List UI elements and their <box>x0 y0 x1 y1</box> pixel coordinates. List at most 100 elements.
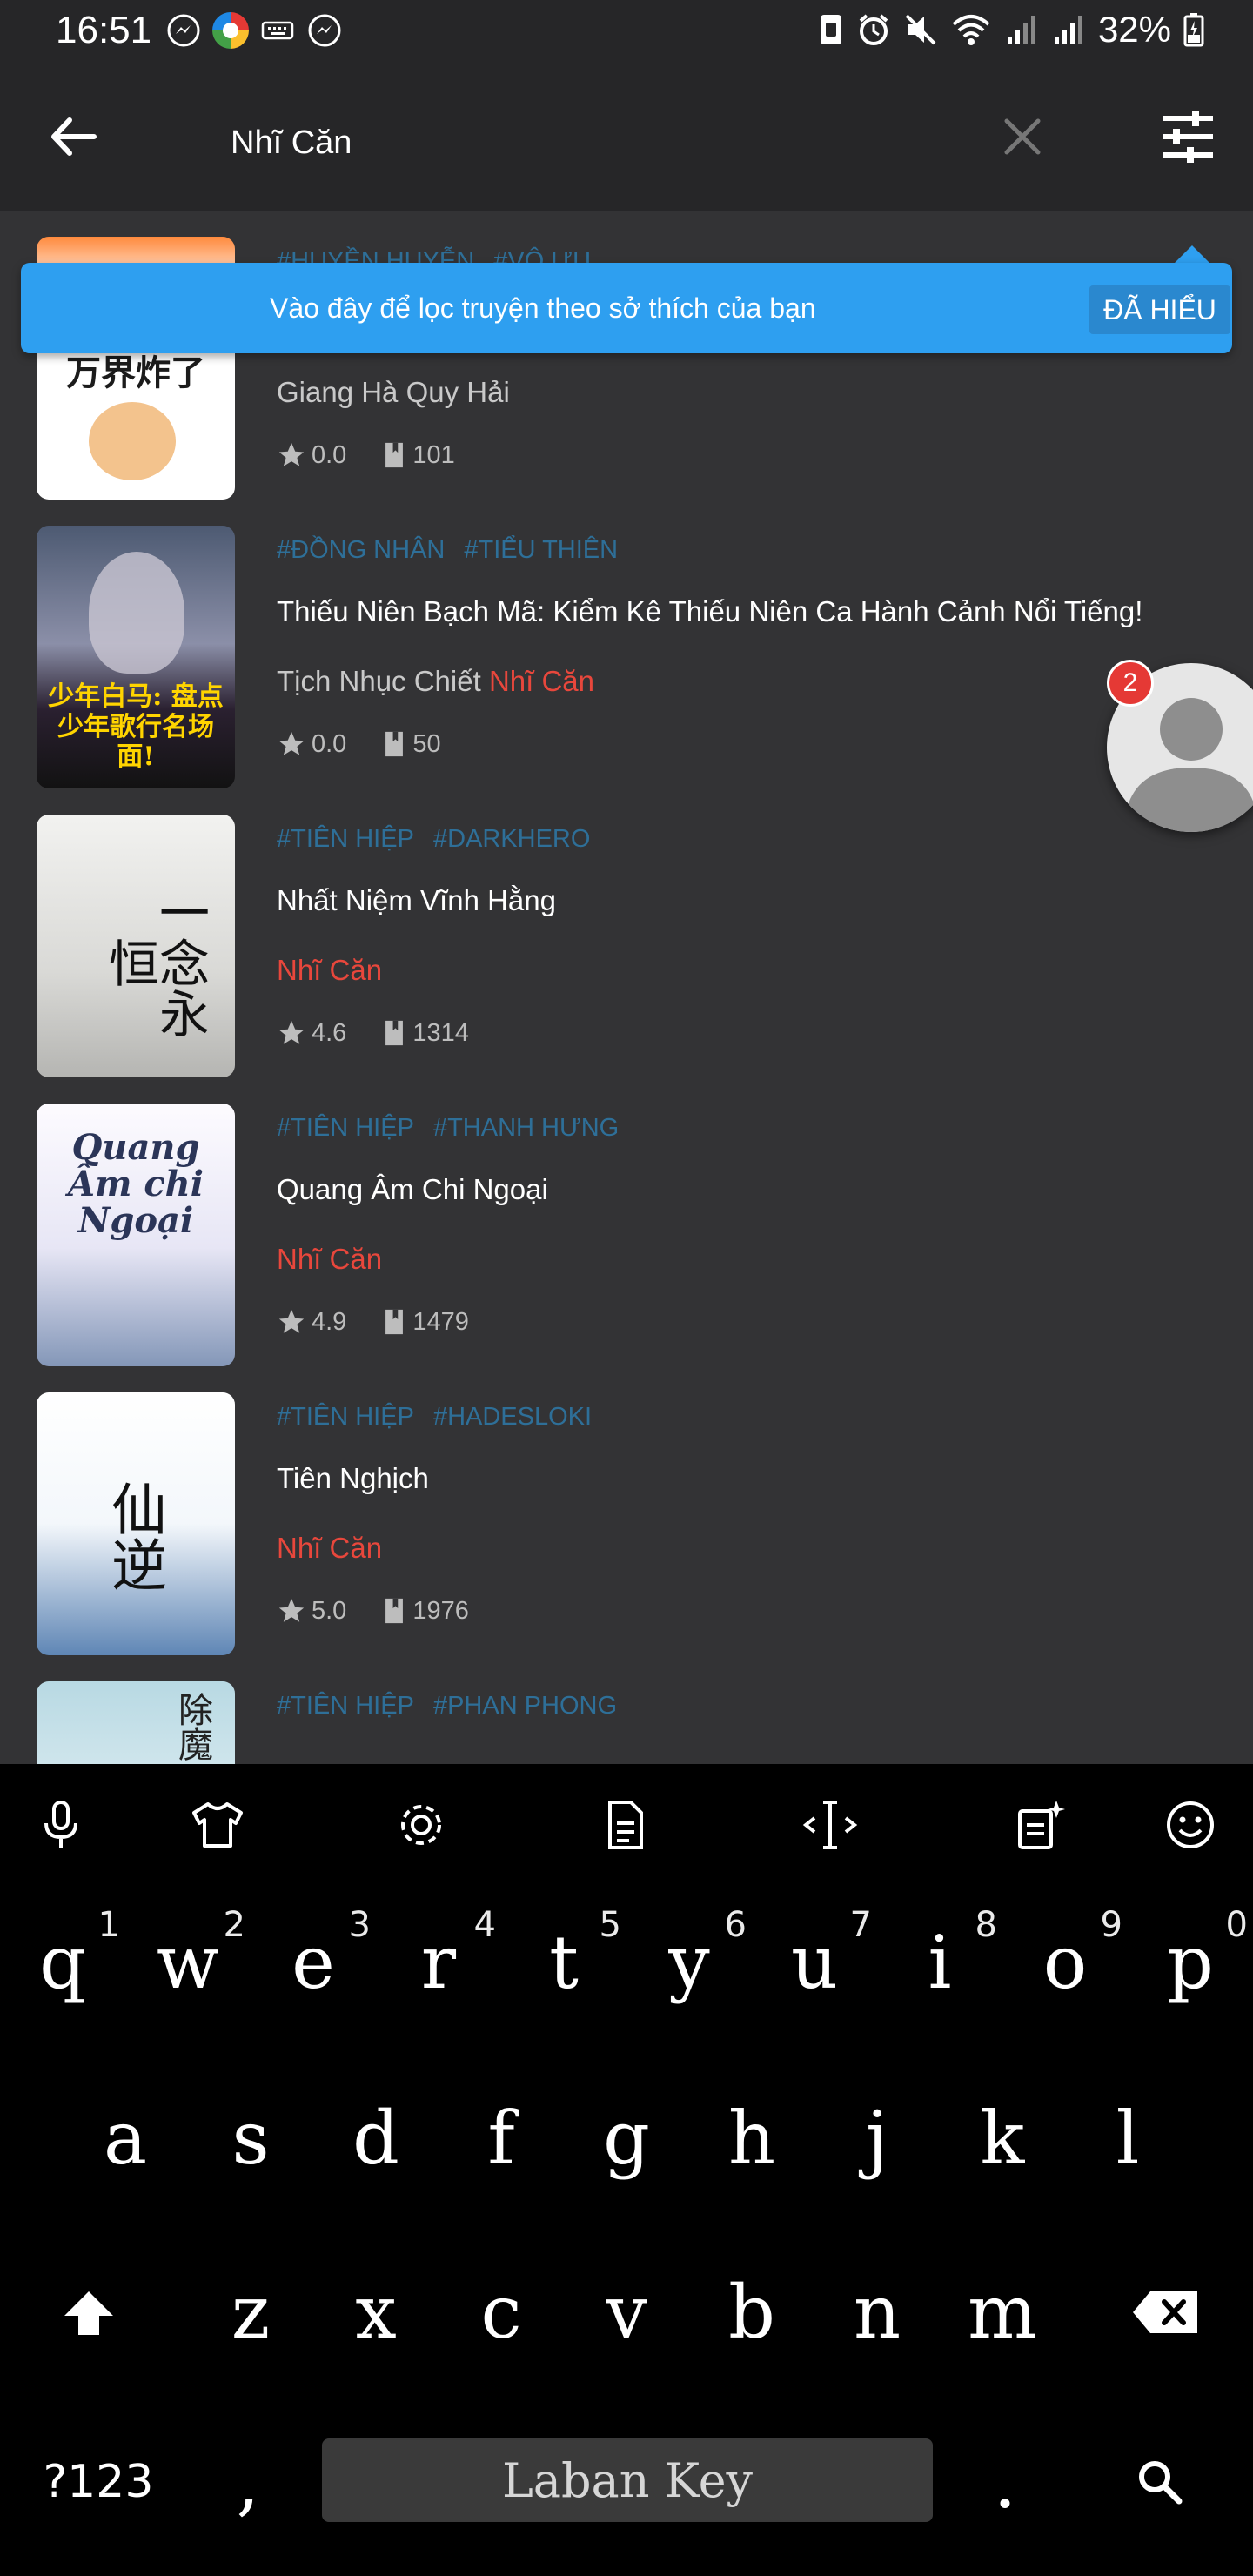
key-h[interactable]: h <box>689 2077 814 2199</box>
cover-title: 一念永恒 <box>100 887 210 1038</box>
key-l[interactable]: l <box>1065 2077 1190 2199</box>
star-icon <box>278 1309 305 1333</box>
key-z[interactable]: z <box>188 2251 313 2373</box>
key-c[interactable]: c <box>439 2251 564 2373</box>
chapter-count: 50 <box>412 729 441 758</box>
list-item[interactable]: Quang Âm chi Ngoại #TIÊN HIỆP #THANH HƯNG… <box>0 1077 1253 1366</box>
key-p[interactable]: p0 <box>1128 1902 1253 2023</box>
tag-link[interactable]: #TIỂU THIÊN <box>464 536 618 564</box>
backspace-key[interactable] <box>1103 2251 1229 2373</box>
key-d[interactable]: d <box>313 2077 439 2199</box>
backspace-icon <box>1133 2291 1197 2333</box>
key-j[interactable]: j <box>814 2077 940 2199</box>
book-title[interactable]: Thiếu Niên Bạch Mã: Kiểm Kê Thiếu Niên C… <box>277 595 1142 628</box>
key-f[interactable]: f <box>439 2077 564 2199</box>
genre-tags: #TIÊN HIỆP #DARKHERO <box>277 825 609 854</box>
mute-icon <box>905 14 936 45</box>
clear-search-button[interactable] <box>996 111 1049 163</box>
key-g[interactable]: g <box>564 2077 689 2199</box>
shift-key[interactable] <box>26 2251 151 2373</box>
search-results-list[interactable]: 万界炸了 #HUYỀN HUYỄN #VÔ ƯU Giang Hà Quy Hải… <box>0 211 1253 1764</box>
keyboard-toolbar <box>0 1764 1253 1882</box>
key-m[interactable]: m <box>940 2251 1065 2373</box>
book-cover: 除魔 <box>37 1681 235 1764</box>
filter-button[interactable] <box>1157 106 1218 167</box>
book-cover: 少年白马: 盘点少年歌行名场面! <box>37 526 235 788</box>
list-item[interactable]: 仙逆 #TIÊN HIỆP #HADESLOKI Tiên Nghịch Nhĩ … <box>0 1366 1253 1655</box>
key-s[interactable]: s <box>188 2077 313 2199</box>
emoji-button[interactable] <box>1163 1797 1218 1853</box>
rating: 0.0 <box>312 729 347 758</box>
book-author: Tịch Nhục Chiết Nhĩ Căn <box>277 665 594 697</box>
tag-link[interactable]: #THANH HƯNG <box>433 1114 619 1142</box>
book-stats: 4.9 1479 <box>277 1307 504 1337</box>
key-y[interactable]: y6 <box>626 1902 752 2023</box>
back-button[interactable] <box>44 106 104 167</box>
keyboard-icon <box>259 12 296 49</box>
genre-tags: #TIÊN HIỆP #PHAN PHONG <box>277 1692 636 1721</box>
cursor-move-button[interactable] <box>802 1797 858 1853</box>
book-icon <box>385 1598 404 1624</box>
search-key[interactable] <box>1103 2430 1216 2534</box>
arrow-left-icon <box>51 117 97 156</box>
book-title[interactable]: Tiên Nghịch <box>277 1462 429 1495</box>
book-icon <box>385 1020 404 1046</box>
genre-tags: #ĐỒNG NHÂN #TIỂU THIÊN <box>277 536 637 565</box>
system-icons: 32% <box>818 9 1204 50</box>
key-o[interactable]: o9 <box>1002 1902 1128 2023</box>
symbols-key[interactable]: ?123 <box>42 2447 155 2517</box>
battery-icon <box>1183 13 1204 47</box>
alarm-icon <box>859 14 888 45</box>
key-a[interactable]: a <box>63 2077 188 2199</box>
cover-title: Quang Âm chi Ngoại <box>68 1127 204 1241</box>
genre-tags: #TIÊN HIỆP #HADESLOKI <box>277 1403 611 1432</box>
tag-link[interactable]: #ĐỒNG NHÂN <box>277 536 445 564</box>
key-i[interactable]: i8 <box>877 1902 1002 2023</box>
search-input[interactable] <box>231 117 927 169</box>
rating: 4.6 <box>312 1018 347 1047</box>
period-key[interactable]: . <box>948 2430 1062 2534</box>
space-key[interactable]: Laban Key <box>322 2438 933 2522</box>
ai-note-icon <box>1018 1801 1065 1849</box>
chapter-count: 1314 <box>412 1018 469 1047</box>
tag-link[interactable]: #TIÊN HIỆP <box>277 825 414 853</box>
list-item[interactable]: 除魔 #TIÊN HIỆP #PHAN PHONG <box>0 1655 1253 1764</box>
clipboard-button[interactable] <box>597 1797 653 1853</box>
wifi-icon <box>952 15 990 45</box>
theme-button[interactable] <box>190 1797 245 1853</box>
key-b[interactable]: b <box>689 2251 814 2373</box>
chapter-count: 1976 <box>412 1596 469 1625</box>
ai-writing-button[interactable] <box>1013 1797 1069 1853</box>
list-item[interactable]: 少年白马: 盘点少年歌行名场面! #ĐỒNG NHÂN #TIỂU THIÊN T… <box>0 500 1253 788</box>
key-t[interactable]: t5 <box>501 1902 626 2023</box>
browser-icon <box>212 12 249 49</box>
rating: 0.0 <box>312 440 347 469</box>
tag-link[interactable]: #PHAN PHONG <box>433 1692 617 1720</box>
microphone-button[interactable] <box>33 1797 89 1853</box>
comma-key[interactable]: , <box>191 2430 305 2534</box>
key-r[interactable]: r4 <box>376 1902 501 2023</box>
book-author: Nhĩ Căn <box>277 954 383 986</box>
key-v[interactable]: v <box>564 2251 689 2373</box>
close-icon <box>1004 118 1041 155</box>
tag-link[interactable]: #HADESLOKI <box>433 1403 592 1431</box>
settings-button[interactable] <box>393 1797 449 1853</box>
key-q[interactable]: q1 <box>0 1902 125 2023</box>
search-icon <box>1139 2461 1183 2505</box>
got-it-button[interactable]: ĐÃ HIỂU <box>1089 285 1230 334</box>
tag-link[interactable]: #TIÊN HIỆP <box>277 1403 414 1431</box>
key-e[interactable]: e3 <box>251 1902 376 2023</box>
list-item[interactable]: 一念永恒 #TIÊN HIỆP #DARKHERO Nhất Niệm Vĩnh … <box>0 788 1253 1077</box>
book-title[interactable]: Nhất Niệm Vĩnh Hằng <box>277 884 556 917</box>
book-title[interactable]: Quang Âm Chi Ngoại <box>277 1173 548 1206</box>
key-k[interactable]: k <box>940 2077 1065 2199</box>
signal-icon-2 <box>1054 16 1082 44</box>
key-x[interactable]: x <box>313 2251 439 2373</box>
key-w[interactable]: w2 <box>125 1902 251 2023</box>
tag-link[interactable]: #TIÊN HIỆP <box>277 1692 414 1720</box>
tag-link[interactable]: #DARKHERO <box>433 825 591 853</box>
key-u[interactable]: u7 <box>752 1902 877 2023</box>
list-item[interactable]: 万界炸了 #HUYỀN HUYỄN #VÔ ƯU Giang Hà Quy Hải… <box>0 211 1253 500</box>
key-n[interactable]: n <box>814 2251 940 2373</box>
tag-link[interactable]: #TIÊN HIỆP <box>277 1114 414 1142</box>
